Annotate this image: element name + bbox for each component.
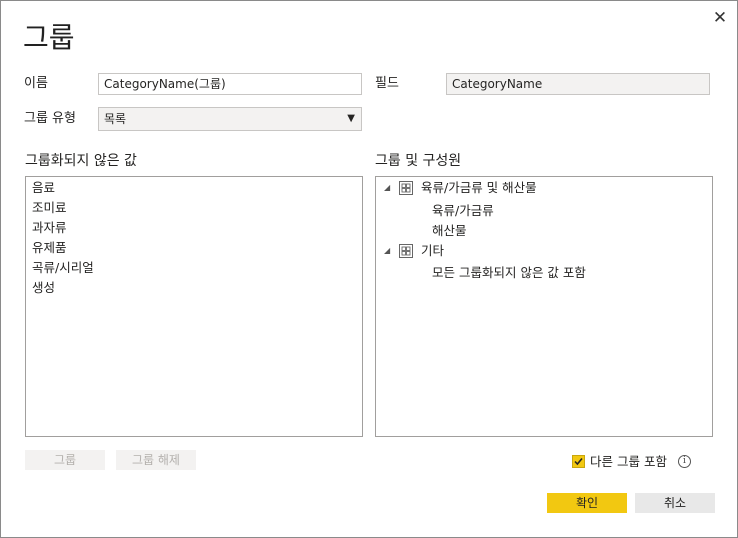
list-item[interactable]: 곡류/시리얼 [32,260,94,276]
group-icon [399,181,413,195]
group-type-label: 그룹 유형 [24,111,76,126]
group-type-value: 목록 [104,112,127,126]
ungrouped-values-header: 그룹화되지 않은 값 [25,153,137,169]
name-label: 이름 [24,76,48,91]
expand-triangle-icon[interactable]: ◢ [384,243,390,259]
list-item[interactable]: 조미료 [32,200,67,216]
info-icon[interactable]: i [678,455,691,468]
ungrouped-values-list[interactable]: 음료 조미료 과자류 유제품 곡류/시리얼 생성 [25,176,363,437]
tree-member[interactable]: 해산물 [432,223,467,239]
group-icon [399,244,413,258]
field-input: CategoryName [446,73,710,95]
list-item[interactable]: 유제품 [32,240,67,256]
chevron-down-icon: ▼ [347,113,355,124]
cancel-button[interactable]: 취소 [635,493,715,513]
ok-button[interactable]: 확인 [547,493,627,513]
list-item[interactable]: 음료 [32,180,55,196]
tree-member[interactable]: 육류/가금류 [432,203,494,219]
tree-group-label[interactable]: 육류/가금류 및 해산물 [421,180,537,196]
tree-member[interactable]: 모든 그룹화되지 않은 값 포함 [432,265,586,281]
checkmark-icon [574,457,583,466]
name-input[interactable]: CategoryName(그룹) [98,73,362,95]
tree-group-label[interactable]: 기타 [421,243,444,259]
list-item[interactable]: 생성 [32,280,55,296]
field-label: 필드 [375,76,399,91]
group-button[interactable]: 그룹 [25,450,105,470]
groups-members-header: 그룹 및 구성원 [375,153,462,169]
group-type-select[interactable]: 목록 ▼ [98,107,362,131]
group-dialog: ✕ 그룹 이름 CategoryName(그룹) 필드 CategoryName… [0,0,738,538]
dialog-title: 그룹 [23,21,75,54]
include-other-label[interactable]: 다른 그룹 포함 [590,454,667,470]
include-other-checkbox[interactable] [572,455,585,468]
list-item[interactable]: 과자류 [32,220,67,236]
expand-triangle-icon[interactable]: ◢ [384,180,390,196]
close-icon[interactable]: ✕ [711,9,729,27]
groups-members-tree[interactable]: ◢ 육류/가금류 및 해산물 육류/가금류 해산물 ◢ 기타 모든 그룹화되지 … [375,176,713,437]
ungroup-button[interactable]: 그룹 해제 [116,450,196,470]
